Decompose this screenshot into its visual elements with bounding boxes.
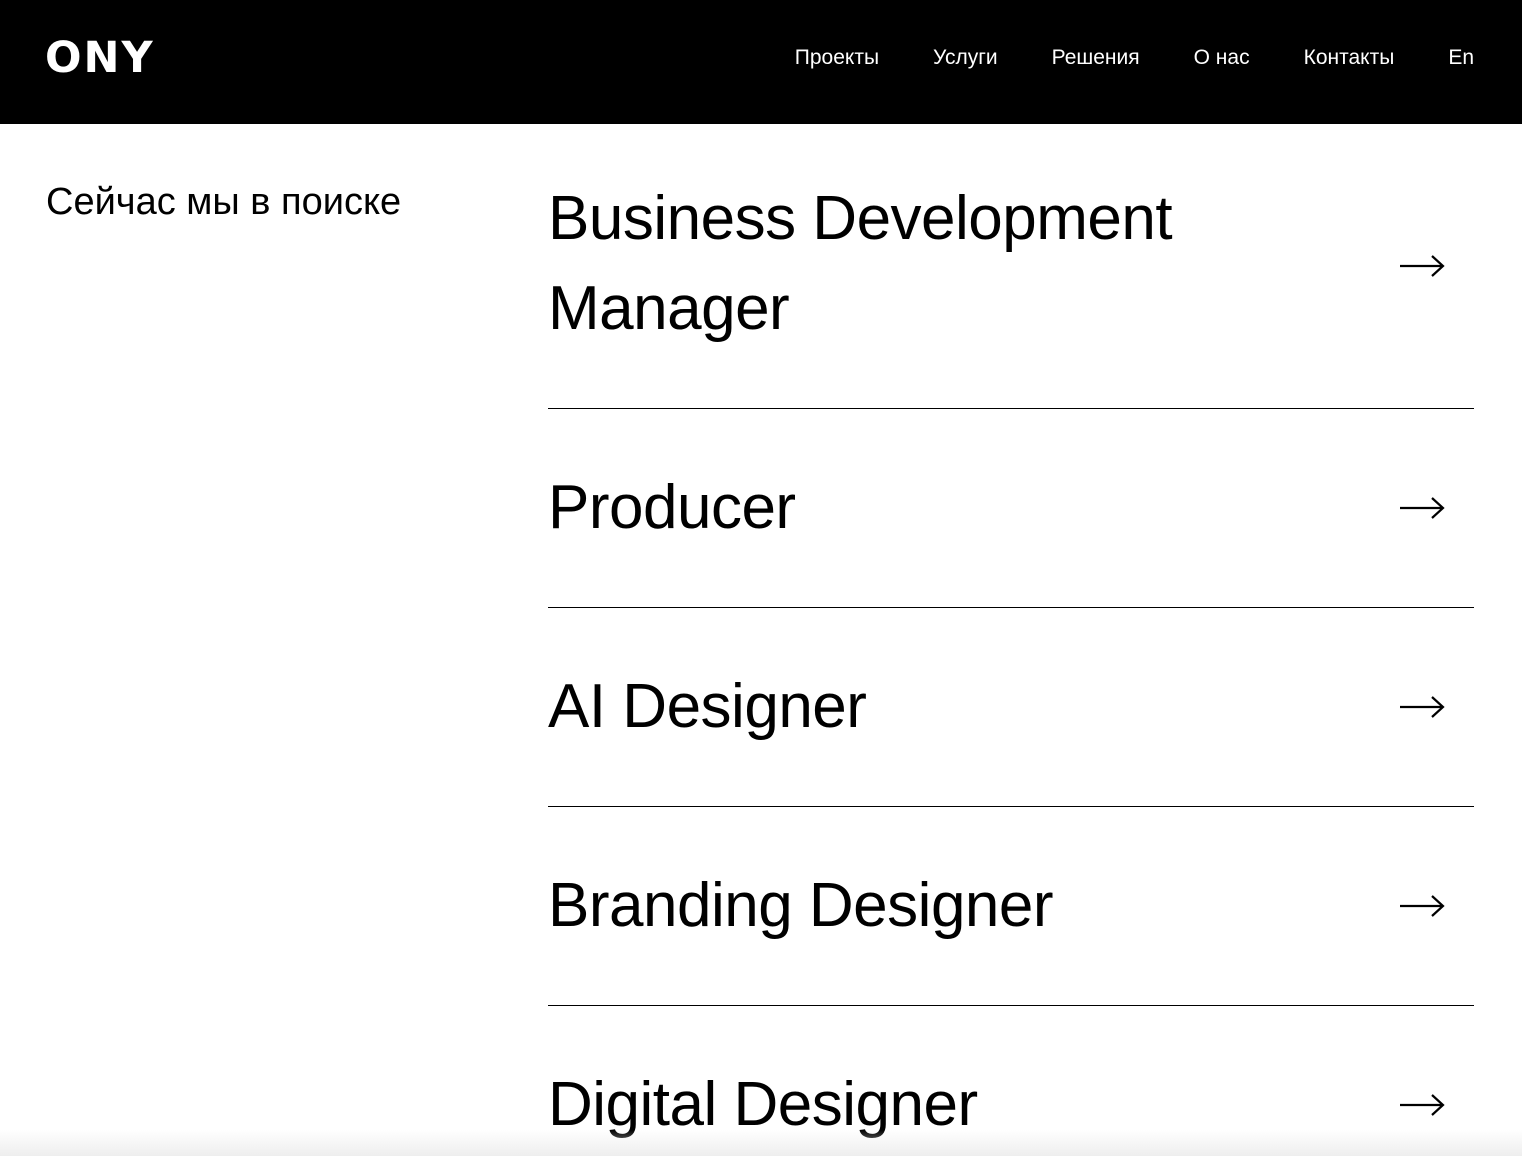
job-item-producer[interactable]: Producer — [548, 409, 1474, 608]
arrow-right-icon — [1398, 252, 1446, 280]
arrow-right-icon — [1398, 693, 1446, 721]
nav-item-about[interactable]: О нас — [1194, 44, 1250, 72]
job-item-business-development-manager[interactable]: Business Development Manager — [548, 124, 1474, 409]
nav-item-projects[interactable]: Проекты — [795, 44, 879, 72]
arrow-right-icon — [1398, 892, 1446, 920]
job-list: Business Development Manager Producer AI… — [548, 124, 1474, 1156]
nav-item-solutions[interactable]: Решения — [1052, 44, 1140, 72]
job-title: Business Development Manager — [548, 184, 1173, 343]
arrow-right-icon — [1398, 494, 1446, 522]
site-header: ONY Проекты Услуги Решения О нас Контакт… — [0, 0, 1522, 124]
section-title: Сейчас мы в поиске — [46, 181, 402, 223]
language-switch[interactable]: En — [1448, 44, 1474, 72]
nav-item-contacts[interactable]: Контакты — [1304, 44, 1395, 72]
job-item-ai-designer[interactable]: AI Designer — [548, 608, 1474, 807]
job-title: Producer — [548, 473, 796, 542]
logo[interactable]: ONY — [45, 32, 155, 84]
job-item-digital-designer[interactable]: Digital Designer — [548, 1006, 1474, 1156]
main-nav: Проекты Услуги Решения О нас Контакты En — [795, 44, 1474, 72]
arrow-right-icon — [1398, 1091, 1446, 1119]
job-title: AI Designer — [548, 672, 867, 741]
job-item-branding-designer[interactable]: Branding Designer — [548, 807, 1474, 1006]
job-title: Digital Designer — [548, 1070, 978, 1139]
job-title: Branding Designer — [548, 871, 1054, 940]
nav-item-services[interactable]: Услуги — [933, 44, 998, 72]
